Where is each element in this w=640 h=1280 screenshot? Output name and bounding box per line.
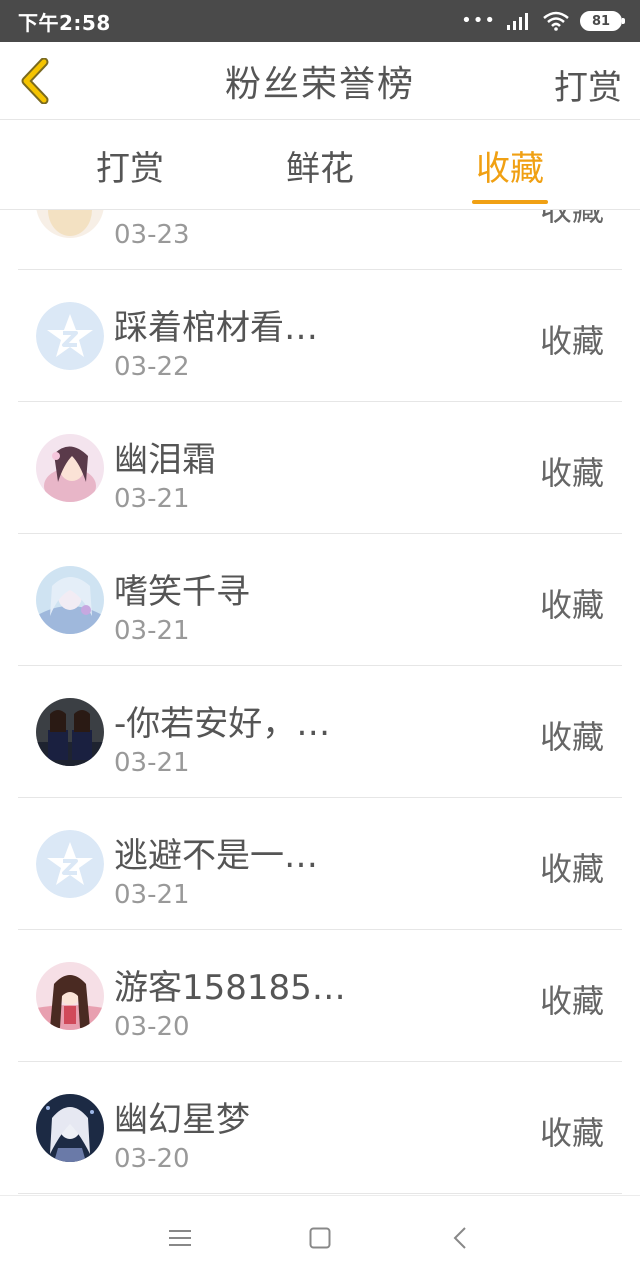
- avatar: [36, 698, 104, 766]
- action-label: 收藏: [539, 1114, 604, 1152]
- status-time: 下午2:58: [18, 10, 111, 35]
- action-label: 收藏: [539, 982, 604, 1020]
- tab-favorites[interactable]: 收藏: [440, 120, 580, 210]
- battery-icon: 81: [580, 11, 625, 31]
- action-label: 收藏: [539, 850, 604, 888]
- wifi-icon: [543, 11, 569, 31]
- avatar: [36, 302, 104, 370]
- avatar: [36, 434, 104, 502]
- active-tab-indicator: [472, 200, 548, 204]
- avatar-illustration-icon: [36, 210, 104, 238]
- default-star-avatar-icon: [36, 302, 104, 370]
- page-title: 粉丝荣誉榜: [224, 63, 415, 105]
- avatar-illustration-icon: [36, 434, 104, 502]
- status-icons: ••• 81: [461, 10, 625, 31]
- system-nav-bar: [0, 1195, 640, 1280]
- list-item[interactable]: 03-23 收藏: [18, 210, 622, 270]
- list-item[interactable]: 游客158185… 03-20 收藏: [18, 930, 622, 1062]
- title-bar: 粉丝荣誉榜 打赏: [0, 42, 640, 120]
- user-name: -你若安好，…: [114, 704, 331, 744]
- user-name: 游客158185…: [114, 968, 346, 1008]
- home-square-icon: [309, 1227, 331, 1249]
- avatar: [36, 962, 104, 1030]
- more-dots-icon: •••: [461, 10, 496, 31]
- avatar-illustration-icon: [36, 962, 104, 1030]
- signal-icon: [507, 13, 528, 30]
- avatar: [36, 566, 104, 634]
- avatar-photo-icon: [36, 698, 104, 766]
- action-label: 收藏: [539, 586, 604, 624]
- list-item[interactable]: 幽幻星梦 03-20 收藏: [18, 1062, 622, 1194]
- default-star-avatar-icon: [36, 830, 104, 898]
- home-button[interactable]: [300, 1218, 340, 1258]
- back-arrow-icon: [453, 1227, 466, 1249]
- list-item[interactable]: 嗜笑千寻 03-21 收藏: [18, 534, 622, 666]
- list-item[interactable]: -你若安好，… 03-21 收藏: [18, 666, 622, 798]
- date-label: 03-21: [114, 748, 190, 778]
- status-bar: 下午2:58 ••• 81: [0, 0, 640, 42]
- date-label: 03-21: [114, 880, 190, 910]
- tab-bar: 打赏 鲜花 收藏: [0, 120, 640, 210]
- back-button[interactable]: [14, 56, 54, 106]
- date-label: 03-23: [114, 220, 190, 250]
- user-name: 逃避不是一…: [114, 836, 318, 876]
- action-label: 收藏: [539, 718, 604, 756]
- user-name: 幽幻星梦: [114, 1100, 250, 1140]
- list-item[interactable]: 踩着棺材看… 03-22 收藏: [18, 270, 622, 402]
- list-item[interactable]: 逃避不是一… 03-21 收藏: [18, 798, 622, 930]
- menu-icon: [169, 1230, 191, 1246]
- list-item[interactable]: 幽泪霜 03-21 收藏: [18, 402, 622, 534]
- date-label: 03-20: [114, 1012, 190, 1042]
- menu-button[interactable]: [160, 1218, 200, 1258]
- avatar: [36, 830, 104, 898]
- tab-reward[interactable]: 打赏: [60, 120, 200, 210]
- date-label: 03-21: [114, 484, 190, 514]
- date-label: 03-22: [114, 352, 190, 382]
- user-name: 幽泪霜: [114, 440, 216, 480]
- back-nav-button[interactable]: [440, 1218, 480, 1258]
- action-label: 收藏: [539, 322, 604, 360]
- avatar: [36, 210, 104, 238]
- avatar-illustration-icon: [36, 566, 104, 634]
- avatar: [36, 1094, 104, 1162]
- action-label: 收藏: [539, 454, 604, 492]
- date-label: 03-20: [114, 1144, 190, 1174]
- avatar-illustration-icon: [36, 1094, 104, 1162]
- tab-flowers[interactable]: 鲜花: [250, 120, 390, 210]
- reward-button[interactable]: 打赏: [554, 60, 622, 109]
- action-label: 收藏: [540, 210, 604, 230]
- chevron-left-icon: [21, 58, 49, 104]
- user-name: 踩着棺材看…: [114, 308, 318, 348]
- user-name: 嗜笑千寻: [114, 572, 250, 612]
- date-label: 03-21: [114, 616, 190, 646]
- fan-list[interactable]: 03-23 收藏 踩着棺材看… 03-22 收藏: [0, 210, 640, 1195]
